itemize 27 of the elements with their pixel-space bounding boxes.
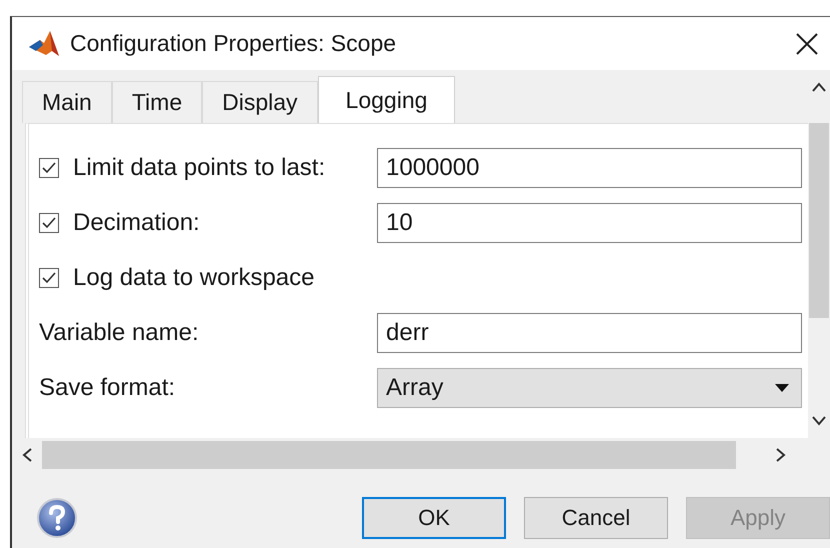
checkbox[interactable] <box>39 158 59 178</box>
scroll-left-icon[interactable] <box>22 448 32 462</box>
scroll-down-icon[interactable] <box>812 416 826 426</box>
tab[interactable]: Main <box>22 81 112 123</box>
input-field[interactable]: 10 <box>377 202 802 242</box>
logo-icon <box>28 30 60 58</box>
checkbox-label: Log data to workspace <box>73 264 314 292</box>
input-field[interactable]: 1000000 <box>377 148 802 188</box>
field-label: Variable name: <box>39 318 199 346</box>
field-label: Save format: <box>39 374 176 402</box>
dropdown[interactable]: Array <box>377 368 802 408</box>
input-field[interactable]: derr <box>377 312 802 352</box>
checkbox[interactable] <box>39 268 59 288</box>
checkbox-label: Decimation: <box>73 208 200 236</box>
scroll-up-icon[interactable] <box>812 82 826 92</box>
checkbox[interactable] <box>39 212 59 232</box>
help-icon[interactable] <box>37 498 77 538</box>
dialog-button[interactable]: OK <box>362 496 506 538</box>
tab[interactable]: Display <box>202 81 318 123</box>
tab[interactable]: Logging <box>318 76 456 123</box>
caret-icon[interactable] <box>775 384 789 392</box>
window-title: Configuration Properties: Scope <box>70 30 398 57</box>
tab[interactable]: Time <box>112 81 202 123</box>
close-icon[interactable] <box>796 32 818 54</box>
scroll-right-icon[interactable] <box>776 448 786 462</box>
checkbox-label: Limit data points to last: <box>73 154 326 182</box>
dialog-button[interactable]: Cancel <box>524 496 668 538</box>
